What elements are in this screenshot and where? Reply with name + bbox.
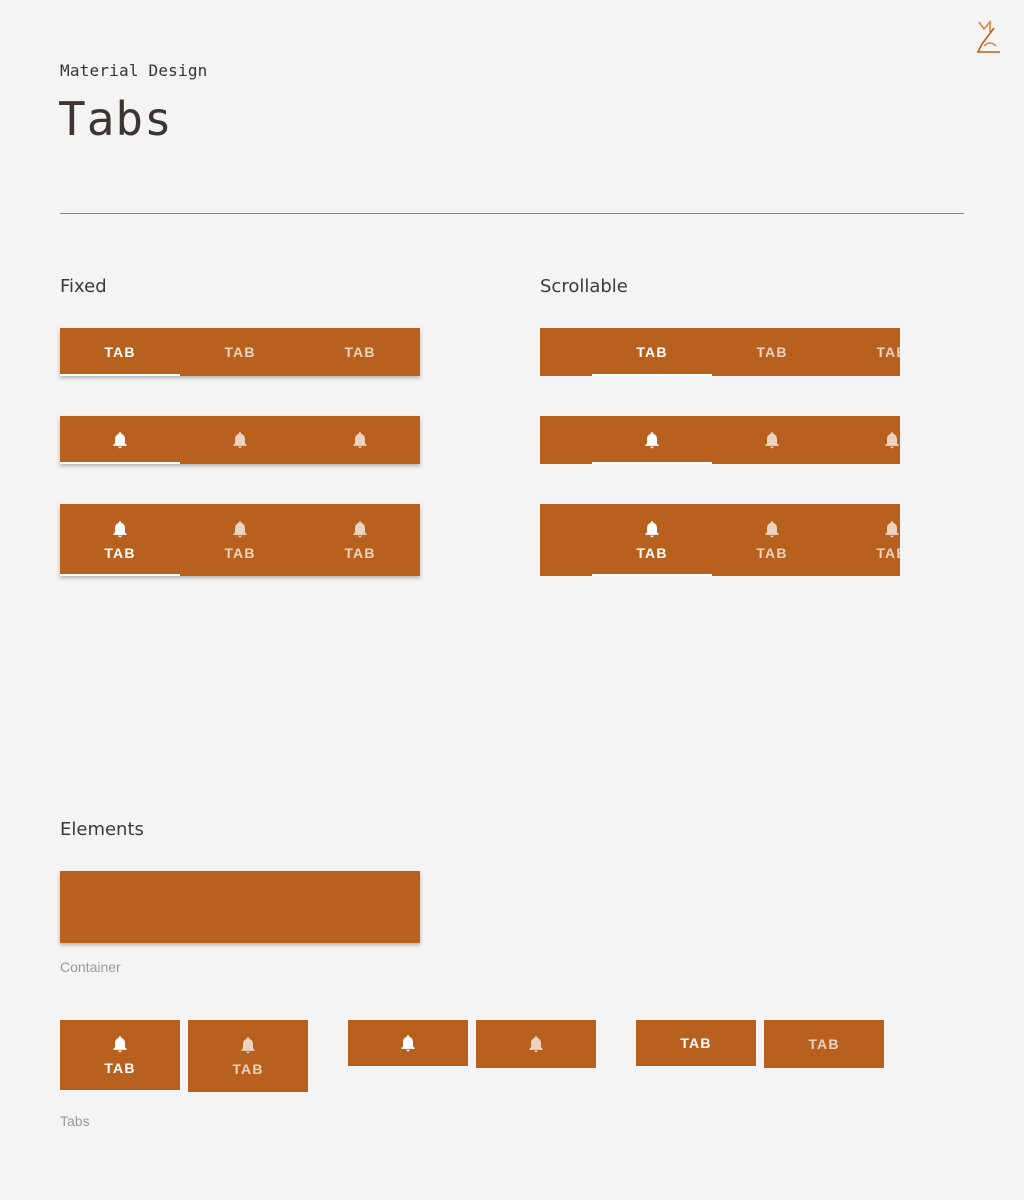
tab-label: TAB <box>636 344 668 360</box>
tab-label: TAB <box>344 344 376 360</box>
tab-label: TAB <box>224 344 256 360</box>
scrollable-icon-text-tab-bar[interactable]: TAB TAB TAB <box>540 504 900 576</box>
header-divider <box>60 213 964 214</box>
tab-label: TAB <box>232 1061 264 1077</box>
element-tab-inactive[interactable] <box>476 1020 596 1068</box>
element-tab-inactive[interactable]: TAB <box>188 1020 308 1092</box>
element-tab-active[interactable] <box>348 1020 468 1066</box>
container-caption: Container <box>60 959 121 975</box>
active-tab-indicator <box>60 574 180 576</box>
fixed-icon-tab-bar <box>60 416 420 464</box>
bell-icon <box>882 430 900 450</box>
tab-item[interactable]: TAB <box>180 504 300 576</box>
tab-label: TAB <box>344 545 376 561</box>
brand-logo-icon <box>976 19 1000 53</box>
tab-label: TAB <box>756 545 788 561</box>
page-title: Tabs <box>58 92 173 146</box>
element-tab-active[interactable]: TAB <box>60 1020 180 1090</box>
container-swatch <box>60 871 420 943</box>
tab-label: TAB <box>104 545 136 561</box>
tab-item[interactable]: TAB <box>592 504 712 576</box>
section-elements-heading: Elements <box>60 819 144 840</box>
tab-label: TAB <box>876 344 900 360</box>
bell-icon <box>350 430 370 450</box>
tab-label: TAB <box>104 344 136 360</box>
fixed-text-tab-bar: TAB TAB TAB <box>60 328 420 376</box>
tabs-caption: Tabs <box>60 1113 90 1129</box>
tab-label: TAB <box>104 1060 136 1076</box>
active-tab-indicator <box>60 374 180 376</box>
tab-item[interactable] <box>712 416 832 464</box>
tab-label: TAB <box>680 1035 712 1051</box>
bell-icon <box>642 430 662 450</box>
tab-item[interactable]: TAB <box>60 328 180 376</box>
scrollable-text-tab-bar[interactable]: TAB TAB TAB <box>540 328 900 376</box>
bell-icon <box>642 519 662 539</box>
tab-item[interactable]: TAB <box>712 504 832 576</box>
tab-item[interactable]: TAB <box>60 504 180 576</box>
active-tab-indicator <box>592 462 712 464</box>
page-subtitle: Material Design <box>60 61 208 80</box>
active-tab-indicator <box>592 574 712 576</box>
tab-item[interactable]: TAB <box>180 328 300 376</box>
tab-item[interactable]: TAB <box>300 328 420 376</box>
element-tab-inactive[interactable]: TAB <box>764 1020 884 1068</box>
tab-item[interactable] <box>300 416 420 464</box>
tab-item[interactable] <box>60 416 180 464</box>
tab-label: TAB <box>756 344 788 360</box>
tab-item[interactable]: TAB <box>832 504 900 576</box>
tab-item[interactable] <box>832 416 900 464</box>
bell-icon <box>762 519 782 539</box>
tab-item[interactable]: TAB <box>592 328 712 376</box>
bell-icon <box>762 430 782 450</box>
bell-icon <box>230 519 250 539</box>
bell-icon <box>238 1035 258 1055</box>
active-tab-indicator <box>60 462 180 464</box>
section-fixed-heading: Fixed <box>60 276 107 297</box>
bell-icon <box>526 1034 546 1054</box>
active-tab-indicator <box>592 374 712 376</box>
fixed-icon-text-tab-bar: TAB TAB TAB <box>60 504 420 576</box>
tab-item[interactable] <box>180 416 300 464</box>
bell-icon <box>110 1034 130 1054</box>
tab-item[interactable]: TAB <box>712 328 832 376</box>
bell-icon <box>110 519 130 539</box>
tab-label: TAB <box>876 545 900 561</box>
bell-icon <box>398 1033 418 1053</box>
bell-icon <box>230 430 250 450</box>
element-tab-active[interactable]: TAB <box>636 1020 756 1066</box>
tab-label: TAB <box>224 545 256 561</box>
tab-item[interactable] <box>592 416 712 464</box>
tab-label: TAB <box>808 1036 840 1052</box>
bell-icon <box>110 430 130 450</box>
section-scrollable-heading: Scrollable <box>540 276 628 297</box>
bell-icon <box>882 519 900 539</box>
bell-icon <box>350 519 370 539</box>
tab-item[interactable]: TAB <box>300 504 420 576</box>
tab-label: TAB <box>636 545 668 561</box>
scrollable-icon-tab-bar[interactable] <box>540 416 900 464</box>
tab-item[interactable]: TAB <box>832 328 900 376</box>
